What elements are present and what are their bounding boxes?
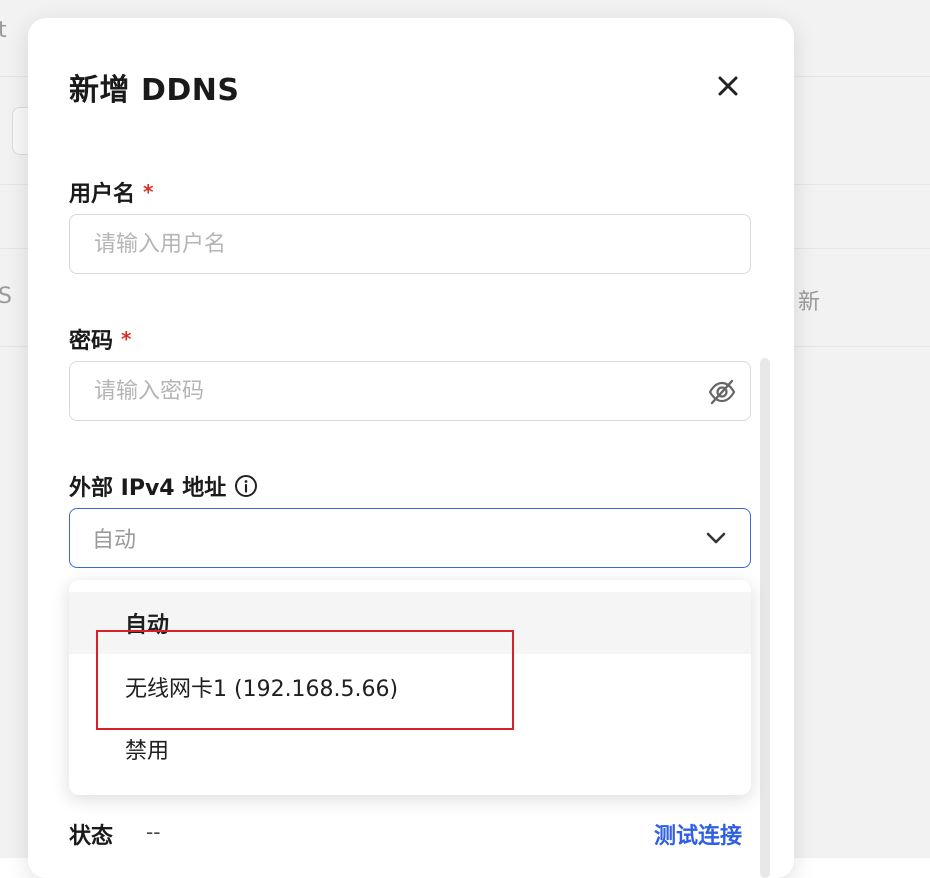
required-marker: * [143, 180, 154, 204]
ipv4-label: 外部 IPv4 地址 [69, 470, 258, 502]
password-label: 密码 * [69, 323, 131, 355]
eye-off-icon[interactable] [708, 378, 736, 406]
dialog-title: 新增 DDNS [69, 73, 240, 108]
scrollbar-thumb[interactable] [760, 358, 770, 878]
status-value: -- [146, 820, 161, 844]
background-text: 新 [798, 290, 821, 315]
username-input[interactable] [92, 230, 728, 258]
password-input-box[interactable] [69, 361, 751, 421]
close-icon [718, 76, 738, 96]
password-input[interactable] [92, 377, 728, 405]
annotation-highlight-box [96, 630, 514, 730]
ipv4-label-text: 外部 IPv4 地址 [69, 476, 227, 501]
required-marker: * [121, 327, 132, 351]
ipv4-select[interactable]: 自动 [69, 508, 751, 568]
add-ddns-dialog: 新增 DDNS 用户名 * 密码 * 外部 IPv4 地址 自动 [28, 18, 794, 878]
username-label-text: 用户名 [69, 182, 136, 207]
username-input-box[interactable] [69, 214, 751, 274]
close-button[interactable] [708, 66, 748, 106]
chevron-down-icon [706, 532, 726, 544]
status-label: 状态 [69, 824, 114, 849]
password-label-text: 密码 [69, 329, 114, 354]
background-text: S [0, 284, 12, 309]
background-text: t [0, 18, 7, 43]
username-label: 用户名 * [69, 176, 153, 208]
test-connection-link[interactable]: 测试连接 [654, 818, 742, 850]
ipv4-selected-value: 自动 [92, 528, 137, 553]
info-icon[interactable] [234, 474, 258, 498]
